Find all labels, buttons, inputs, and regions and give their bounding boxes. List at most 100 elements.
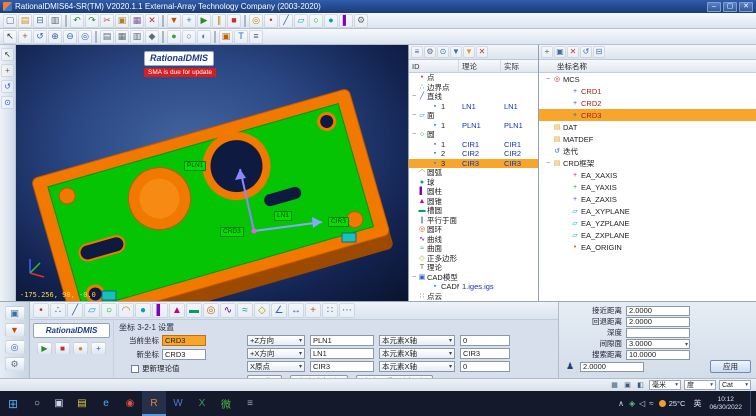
update-theory-checkbox[interactable] — [131, 365, 139, 373]
fit-view-icon[interactable]: ◎ — [78, 30, 92, 44]
feature-tree-row[interactable]: ▪ 1 CIR1 CIR1 — [409, 140, 538, 150]
view-top-icon[interactable]: ▦ — [115, 30, 129, 44]
measure-torus-icon[interactable]: ◎ — [203, 303, 219, 318]
feature-label-pln1[interactable]: PLN1 — [184, 161, 206, 171]
print-icon[interactable]: ▥ — [48, 14, 62, 28]
view-iso-icon[interactable]: ◆ — [145, 30, 159, 44]
point-feature-icon[interactable]: • — [264, 14, 278, 28]
lock-toggle-icon[interactable]: ◧ — [635, 380, 646, 390]
coord-edit-icon[interactable]: ▣ — [554, 46, 566, 58]
wireframe-view-icon[interactable]: ○ — [182, 30, 196, 44]
pan-icon[interactable]: + — [18, 30, 32, 44]
current-coord-field[interactable]: CRD3 — [162, 335, 206, 346]
feature-tree-row[interactable]: ∷ 点云 — [409, 292, 538, 302]
expander-icon[interactable]: − — [545, 76, 551, 83]
coordinate-tree-row[interactable]: ▱ EA_YZPLANE — [539, 217, 756, 229]
cut-icon[interactable]: ✂ — [100, 14, 114, 28]
coordinate-tree-row[interactable]: + CRD3 — [539, 109, 756, 121]
coordinate-tree-row[interactable]: + CRD1 — [539, 85, 756, 97]
zoom-out-icon[interactable]: ⊖ — [63, 30, 77, 44]
record-icon[interactable]: ● — [73, 342, 88, 355]
shaded-view-icon[interactable]: ● — [167, 30, 181, 44]
tree-sort-icon[interactable]: ▼ — [450, 46, 462, 58]
3d-viewport[interactable]: RationalDMIS SMA is due for update PLN1 … — [16, 45, 408, 301]
tree-list-icon[interactable]: ≡ — [411, 46, 423, 58]
coordinate-tree-row[interactable]: + EA_ZAXIS — [539, 193, 756, 205]
column-theory[interactable]: 理论 — [459, 60, 501, 72]
element-field[interactable]: PLN1 — [310, 335, 374, 346]
save-icon[interactable]: ⊟ — [33, 14, 47, 28]
wechat-icon[interactable]: 微 — [214, 391, 238, 416]
feature-tree-row[interactable]: ▪ 2 CIR2 CIR2 — [409, 149, 538, 159]
feature-tree-row[interactable]: − ▱ 面 — [409, 111, 538, 121]
probe-param-field[interactable]: 2.0000 — [626, 317, 690, 327]
pan-hand-icon[interactable]: + — [1, 64, 14, 77]
expander-icon[interactable]: − — [411, 131, 417, 138]
run-program-icon[interactable]: ▶ — [197, 14, 211, 28]
translucent-view-icon[interactable]: ◐ — [197, 30, 211, 44]
measure-arc-icon[interactable]: ◠ — [118, 303, 134, 318]
cylinder-feature-icon[interactable]: ▌ — [339, 14, 353, 28]
coordinate-header[interactable]: 坐标名称 — [539, 60, 756, 73]
start-button[interactable]: ⊞ — [0, 391, 26, 416]
direction-dropdown[interactable]: +Z方向 ▾ — [247, 335, 305, 346]
cad-part-view[interactable] — [16, 45, 408, 301]
select-icon[interactable]: ↖ — [3, 30, 17, 44]
report-icon[interactable]: ≡ — [249, 30, 263, 44]
update-theory-row[interactable]: 更新理论值 — [131, 363, 235, 374]
probe-param-field[interactable]: 2.0000 — [626, 306, 690, 316]
view-side-icon[interactable]: ▥ — [130, 30, 144, 44]
measure-slot-icon[interactable]: ▬ — [186, 303, 202, 318]
notepad-icon[interactable]: ≡ — [238, 391, 262, 416]
show-desktop-button[interactable] — [750, 391, 754, 416]
select-arrow-icon[interactable]: ↖ — [1, 48, 14, 61]
excel-icon[interactable]: X — [190, 391, 214, 416]
expander-icon[interactable]: − — [545, 160, 551, 167]
coord-add-icon[interactable]: + — [541, 46, 553, 58]
tree-clear-icon[interactable]: ✕ — [476, 46, 488, 58]
defender-icon[interactable]: ◈ — [629, 399, 635, 408]
coord-delete-icon[interactable]: ✕ — [567, 46, 579, 58]
probe-param-field[interactable]: 3.0000 — [626, 339, 690, 349]
probe-extra-field[interactable]: 2.0000 — [580, 362, 644, 372]
status-combo[interactable]: 度 ▾ — [684, 380, 716, 390]
status-combo[interactable]: 毫米 ▾ — [649, 380, 681, 390]
view-front-icon[interactable]: ▤ — [100, 30, 114, 44]
expander-icon[interactable]: − — [411, 93, 417, 100]
direction-dropdown[interactable]: +X方向 ▾ — [247, 348, 305, 359]
paste-icon[interactable]: ▦ — [130, 14, 144, 28]
coordinate-tree-row[interactable]: ▱ EA_ZXPLANE — [539, 229, 756, 241]
axis-dropdown[interactable]: 本元素X轴 ▾ — [379, 348, 455, 359]
coord-save-icon[interactable]: ⊟ — [593, 46, 605, 58]
measure-boundary-point-icon[interactable]: ∴ — [50, 303, 66, 318]
measure-line-icon[interactable]: ╱ — [67, 303, 83, 318]
clock[interactable]: 10:12 06/30/2022 — [709, 396, 742, 411]
stop-icon[interactable]: ■ — [55, 342, 70, 355]
element-field[interactable]: LN1 — [310, 348, 374, 359]
apply-button[interactable]: 应用 — [710, 360, 751, 373]
coordinate-tree-row[interactable]: ▤ MATDEF — [539, 133, 756, 145]
probe-param-field[interactable]: 10.0000 — [626, 350, 690, 360]
measure-angle-icon[interactable]: ∠ — [271, 303, 287, 318]
axis-dropdown[interactable]: 本元素X轴 ▾ — [379, 335, 455, 346]
pattern-icon[interactable]: ∷ — [322, 303, 338, 318]
calibration-panel-icon[interactable]: ◎ — [5, 340, 25, 354]
pause-program-icon[interactable]: ∥ — [212, 14, 226, 28]
undo-icon[interactable]: ↶ — [70, 14, 84, 28]
circle-feature-icon[interactable]: ○ — [309, 14, 323, 28]
machine-panel-icon[interactable]: ▣ — [5, 306, 25, 320]
probe-mode-icon[interactable]: ▼ — [167, 14, 181, 28]
rotate-view-icon[interactable]: ↺ — [1, 80, 14, 93]
value-field[interactable]: CIR3 — [460, 348, 510, 359]
zoom-tool-icon[interactable]: ⊙ — [1, 96, 14, 109]
construct-feature-icon[interactable]: + — [305, 303, 321, 318]
rotate-icon[interactable]: ↺ — [33, 30, 47, 44]
tree-gear-icon[interactable]: ⚙ — [424, 46, 436, 58]
measure-sphere-icon[interactable]: ● — [135, 303, 151, 318]
new-file-icon[interactable]: ▢ — [3, 14, 17, 28]
coord-refresh-icon[interactable]: ↺ — [580, 46, 592, 58]
feature-tree-row[interactable]: − ▣ CAD模型 — [409, 273, 538, 283]
expander-icon[interactable]: − — [411, 112, 417, 119]
probe-panel-icon[interactable]: ▼ — [5, 323, 25, 337]
redo-icon[interactable]: ↷ — [85, 14, 99, 28]
